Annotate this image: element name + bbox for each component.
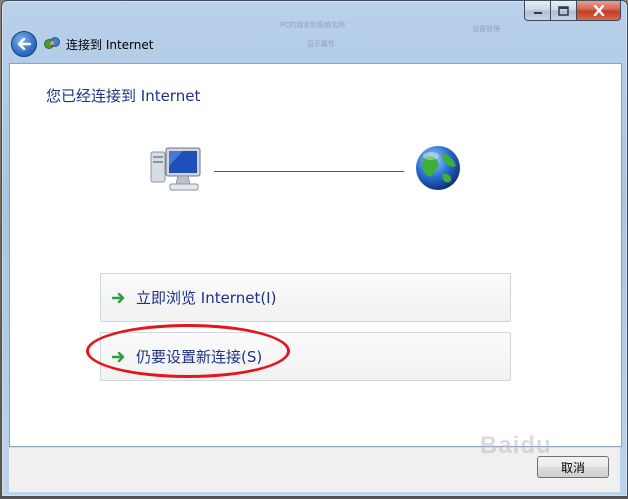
watermark-logo: Baidu — [480, 432, 552, 459]
background-ghost-text: PC的域名和系统名称 — [280, 21, 346, 29]
connection-line — [214, 171, 404, 172]
close-icon — [593, 5, 604, 16]
minimize-button[interactable] — [524, 1, 551, 21]
green-arrow-icon — [112, 351, 125, 362]
caption-buttons — [524, 1, 621, 21]
background-ghost-text: 设置管理 — [472, 25, 500, 33]
back-button[interactable] — [11, 31, 37, 57]
page-heading: 您已经连接到 Internet — [46, 87, 201, 105]
maximize-icon — [558, 5, 569, 16]
background-ghost-text: 显示属性 — [307, 40, 335, 48]
browse-internet-label: 立即浏览 Internet(I) — [136, 289, 277, 307]
window-title: 连接到 Internet — [66, 38, 154, 52]
network-connection-icon — [44, 37, 60, 49]
content-panel: 您已经连接到 Internet 立即浏览 Internet(I) 仍要设置新连接… — [9, 63, 622, 447]
back-arrow-icon — [17, 38, 31, 50]
minimize-icon — [533, 11, 542, 14]
dialog-window: PC的域名和系统名称 显示属性 设置管理 连接到 Internet 您已经连接到… — [1, 0, 628, 497]
title-bar[interactable]: PC的域名和系统名称 显示属性 设置管理 连接到 Internet — [2, 1, 627, 63]
setup-new-connection-label: 仍要设置新连接(S) — [136, 348, 263, 366]
maximize-button[interactable] — [551, 1, 577, 21]
computer-icon — [150, 147, 201, 191]
green-arrow-icon — [112, 292, 125, 303]
setup-new-connection-link[interactable]: 仍要设置新连接(S) — [100, 332, 511, 381]
internet-globe-icon — [416, 146, 460, 190]
close-button[interactable] — [577, 1, 621, 21]
browse-internet-link[interactable]: 立即浏览 Internet(I) — [100, 273, 511, 322]
